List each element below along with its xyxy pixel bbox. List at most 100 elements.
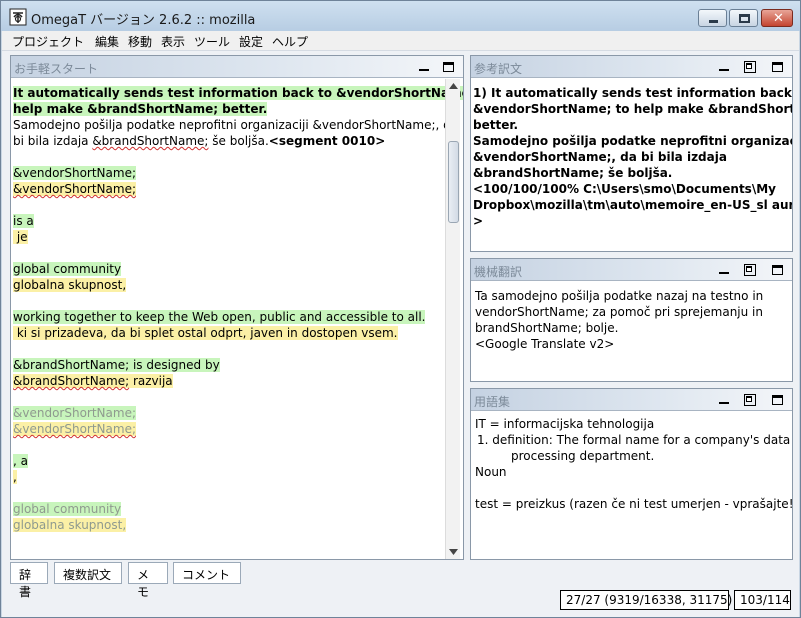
maximize-panel-icon[interactable] xyxy=(771,393,785,407)
glossary-text[interactable]: IT = informacijska tehnologija 1. defini… xyxy=(475,416,792,512)
undock-panel-icon[interactable] xyxy=(743,393,757,407)
tab-multiple-translations[interactable]: 複数訳文 xyxy=(54,562,122,584)
segment-source: global community xyxy=(13,502,122,516)
segment[interactable]: global community globalna skupnost, xyxy=(13,501,443,533)
mt-panel-header: 機械翻訳 xyxy=(471,259,792,281)
minimize-panel-icon[interactable] xyxy=(717,393,731,407)
fuzzy-panel-header: 参考訳文 xyxy=(471,56,792,78)
maximize-panel-icon[interactable] xyxy=(442,60,456,74)
fuzzy-line: Dropbox\mozilla\tm\auto\memoire_en-US_sl… xyxy=(473,198,792,212)
glossary-panel-title: 用語集 xyxy=(474,395,511,409)
segment-source: working together to keep the Web open, p… xyxy=(13,310,426,324)
segment-source: , a xyxy=(13,454,28,468)
menu-edit[interactable]: 編集 xyxy=(95,33,119,50)
fuzzy-line: <100/100/100% C:\Users\smo\Documents\My xyxy=(473,182,776,196)
segment-target: globalna skupnost, xyxy=(13,278,127,292)
menu-options[interactable]: 設定 xyxy=(239,33,263,50)
undock-panel-icon[interactable] xyxy=(743,60,757,74)
segment-target: razvija xyxy=(129,374,173,388)
mt-line: vendorShortName; za pomoč pri sprejemanj… xyxy=(475,305,763,319)
glossary-definition: 1. definition: The formal name for a com… xyxy=(477,433,791,447)
fuzzy-line: &brandShortName; še boljša. xyxy=(473,166,673,180)
title-bar: OmegaT バージョン 2.6.2 :: mozilla ✕ xyxy=(1,1,800,31)
editor-panel: お手軽スタート It automatically sends test info… xyxy=(10,55,464,560)
fuzzy-line: 1) It automatically sends test informati… xyxy=(473,86,792,100)
editor-panel-header: お手軽スタート xyxy=(11,56,463,78)
glossary-pos: Noun xyxy=(475,465,507,479)
mt-body[interactable]: Ta samodejno pošilja podatke nazaj na te… xyxy=(471,282,792,381)
minimize-window-button[interactable] xyxy=(698,9,727,27)
fuzzy-panel-title: 参考訳文 xyxy=(474,62,523,76)
segment-target-entity: &brandShortName; xyxy=(13,374,130,388)
maximize-panel-icon[interactable] xyxy=(771,60,785,74)
glossary-body[interactable]: IT = informacijska tehnologija 1. defini… xyxy=(471,412,792,559)
tab-notes[interactable]: メモ xyxy=(128,562,168,599)
segment[interactable]: global community globalna skupnost, xyxy=(13,261,443,293)
segment-target: &vendorShortName; xyxy=(13,422,136,436)
editor-scroll-thumb[interactable] xyxy=(448,141,459,223)
active-source-line-1: It automatically sends test information … xyxy=(13,86,463,100)
glossary-spacer xyxy=(475,480,788,496)
scroll-up-icon[interactable] xyxy=(449,83,458,89)
tab-comments[interactable]: コメント xyxy=(173,562,241,584)
active-segment[interactable]: It automatically sends test information … xyxy=(13,85,463,149)
segment-count-status: 103/114 xyxy=(734,590,791,610)
segment-marker: <segment 0010> xyxy=(268,134,386,148)
maximize-panel-icon[interactable] xyxy=(771,263,785,277)
menu-help[interactable]: ヘルプ xyxy=(272,33,308,50)
omegat-logo-icon xyxy=(9,8,27,26)
minimize-panel-icon[interactable] xyxy=(717,263,731,277)
fuzzy-line: better. xyxy=(473,118,519,132)
mt-text[interactable]: Ta samodejno pošilja podatke nazaj na te… xyxy=(475,288,788,352)
app-window: OmegaT バージョン 2.6.2 :: mozilla ✕ プロジェクト 編… xyxy=(0,0,801,618)
maximize-window-button[interactable] xyxy=(729,9,758,27)
close-window-button[interactable]: ✕ xyxy=(761,9,793,27)
scroll-down-icon[interactable] xyxy=(449,549,458,555)
glossary-panel-header: 用語集 xyxy=(471,389,792,411)
fuzzy-body[interactable]: 1) It automatically sends test informati… xyxy=(471,79,792,251)
minimize-panel-icon[interactable] xyxy=(417,60,431,74)
active-target-text-c[interactable]: še boljša. xyxy=(208,134,269,148)
segment[interactable]: working together to keep the Web open, p… xyxy=(13,309,443,341)
segment-source: &brandShortName; is designed by xyxy=(13,358,220,372)
segment[interactable]: &vendorShortName; &vendorShortName; xyxy=(13,165,443,197)
glossary-term: IT = informacijska tehnologija xyxy=(475,417,655,431)
segment-target: je xyxy=(13,230,28,244)
glossary-term: test = preizkus (razen če ni test umerje… xyxy=(475,497,792,511)
segment[interactable]: is a je xyxy=(13,213,443,245)
undock-panel-icon[interactable] xyxy=(743,263,757,277)
editor-panel-title: お手軽スタート xyxy=(14,62,99,76)
fuzzy-line: &vendorShortName;, da bi bila izdaja xyxy=(473,150,727,164)
minimize-panel-icon[interactable] xyxy=(717,60,731,74)
segment-target: globalna skupnost, xyxy=(13,518,127,532)
segment-target: &vendorShortName; xyxy=(13,182,136,196)
mt-line: <Google Translate v2> xyxy=(475,337,615,351)
mt-panel-title: 機械翻訳 xyxy=(474,265,523,279)
tab-dictionary[interactable]: 辞書 xyxy=(10,562,48,599)
segment-target: , xyxy=(13,470,17,484)
fuzzy-line: &vendorShortName; to help make &brandSho… xyxy=(473,102,792,116)
active-source-line-2: help make &brandShortName; better. xyxy=(13,102,268,116)
active-target-text-b[interactable]: &brandShortName; xyxy=(92,134,208,148)
editor-body[interactable]: It automatically sends test information … xyxy=(11,79,463,559)
segment[interactable]: , a , xyxy=(13,453,443,485)
segment-source: global community xyxy=(13,262,122,276)
progress-status: 27/27 (9319/16338, 31175) xyxy=(560,590,732,610)
menu-goto[interactable]: 移動 xyxy=(128,33,152,50)
active-target-text-a[interactable]: bi bila izdaja xyxy=(13,134,92,148)
editor-scrollbar[interactable] xyxy=(445,79,460,559)
segment-source: is a xyxy=(13,214,34,228)
segment-source: &vendorShortName; xyxy=(13,166,136,180)
menu-view[interactable]: 表示 xyxy=(161,33,185,50)
glossary-panel: 用語集 IT = informacijska tehnologija 1. de… xyxy=(470,388,793,560)
segment-source: &vendorShortName; xyxy=(13,406,136,420)
active-target-line-1[interactable]: Samodejno pošilja podatke neprofitni org… xyxy=(13,117,458,133)
menu-project[interactable]: プロジェクト xyxy=(12,33,84,50)
segment[interactable]: &brandShortName; is designed by &brandSh… xyxy=(13,357,443,389)
menu-tools[interactable]: ツール xyxy=(194,33,230,50)
editor-text-area[interactable]: It automatically sends test information … xyxy=(13,85,463,549)
fuzzy-match-text[interactable]: 1) It automatically sends test informati… xyxy=(473,85,792,229)
fuzzy-line: > xyxy=(473,214,484,228)
fuzzy-line: Samodejno pošilja podatke neprofitni org… xyxy=(473,134,792,148)
segment[interactable]: &vendorShortName; &vendorShortName; xyxy=(13,405,443,437)
